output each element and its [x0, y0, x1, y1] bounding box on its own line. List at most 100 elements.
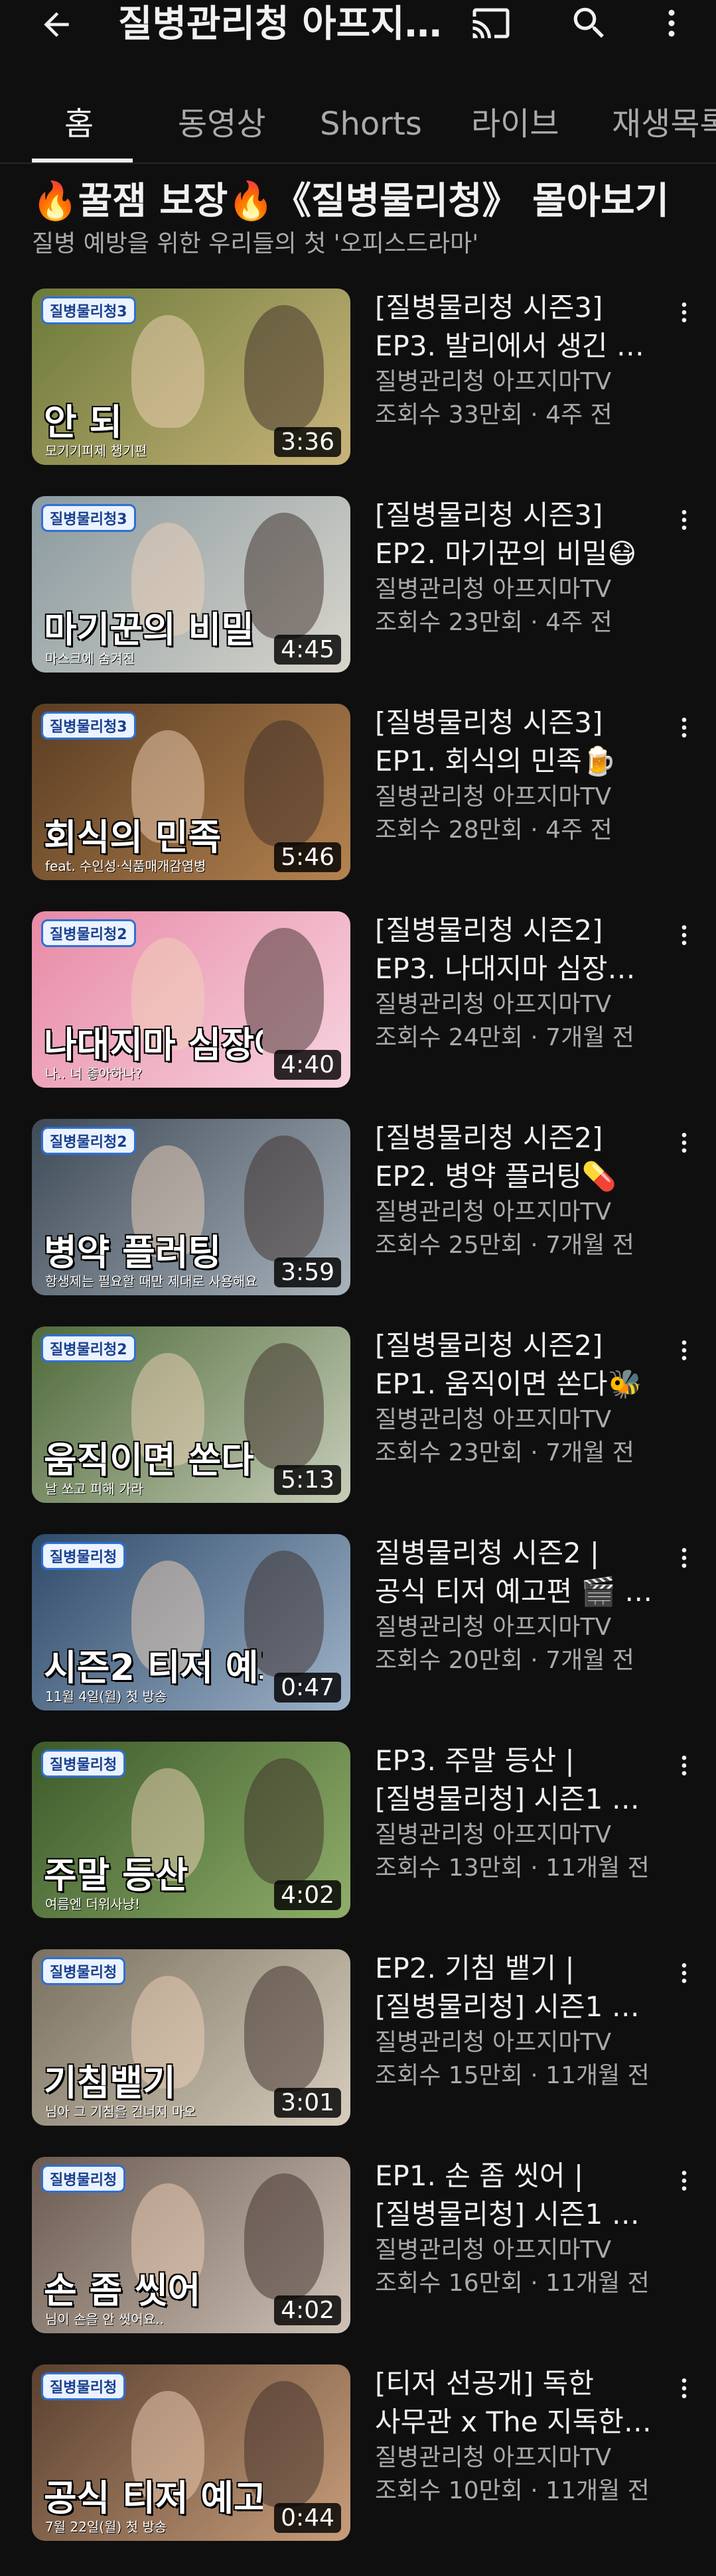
video-title-line-1[interactable]: [질병물리청 시즌2] [375, 1119, 654, 1157]
video-item[interactable]: 질병물리청2 움직이면 쏜다 날 쏘고 피해 가라 5:13 [질병물리청 시즌… [0, 1326, 716, 1534]
video-item[interactable]: 질병물리청3 회식의 민족 feat. 수인성·식품매개감염병 5:46 [질병… [0, 704, 716, 911]
video-info[interactable]: [질병물리청 시즌2] EP1. 움직이면 쏜다🐝 질병관리청 아프지마TV 조… [375, 1326, 654, 1470]
video-menu-button[interactable] [668, 2161, 701, 2201]
video-thumbnail[interactable]: 질병물리청 기침뱉기 님아 그 기침을 건너지 마오 3:01 [32, 1949, 350, 2126]
video-title-line-2[interactable]: EP3. 나대지마 심장아 두근두근 [375, 950, 654, 988]
video-thumbnail[interactable]: 질병물리청2 병약 플러팅 항생제는 필요할 때만 제대로 사용해요 3:59 [32, 1119, 350, 1295]
video-thumbnail[interactable]: 질병물리청 시즌2 티저 예고편 11월 4일(월) 첫 방송 0:47 [32, 1534, 350, 1710]
video-thumbnail[interactable]: 질병물리청2 움직이면 쏜다 날 쏘고 피해 가라 5:13 [32, 1326, 350, 1503]
duration-badge: 0:44 [274, 2503, 341, 2533]
video-menu-button[interactable] [668, 1330, 701, 1370]
video-title-line-2[interactable]: EP3. 발리에서 생긴 일(feat. 모기기피제 챙기기) [375, 327, 654, 365]
video-title-line-1[interactable]: EP3. 주말 등산 | [375, 1742, 654, 1780]
video-menu-button[interactable] [668, 1538, 701, 1578]
view-stats: 조회수 20만회 · 7개월 전 [375, 1647, 634, 1674]
video-menu-button[interactable] [668, 708, 701, 747]
tab-live[interactable]: 라이브 [471, 97, 559, 151]
video-thumbnail[interactable]: 질병물리청 손 좀 씻어 님이 손을 안 씻어요.. 4:02 [32, 2157, 350, 2333]
channel-name: 질병관리청 아프지마TV [375, 2029, 612, 2056]
tab-shorts[interactable]: Shorts [320, 97, 422, 151]
thumbnail-brand-badge: 질병물리청3 [41, 296, 136, 324]
thumbnail-brand-badge: 질병물리청 [41, 1957, 126, 1985]
video-info[interactable]: 질병물리청 시즌2 | 공식 티저 예고편 🎬 | 질병물리청 질병관리청 아프… [375, 1534, 654, 1677]
thumbnail-caption: 병약 플러팅 [44, 1232, 222, 1273]
thumbnail-subcaption: 마스크에 숨겨진 [45, 651, 135, 667]
video-item[interactable]: 질병물리청 시즌2 티저 예고편 11월 4일(월) 첫 방송 0:47 질병물… [0, 1534, 716, 1742]
video-thumbnail[interactable]: 질병물리청3 회식의 민족 feat. 수인성·식품매개감염병 5:46 [32, 704, 350, 880]
more-vert-icon [681, 510, 687, 530]
video-title-line-2[interactable]: EP2. 마기꾼의 비밀😷 [375, 535, 654, 573]
video-item[interactable]: 질병물리청2 나대지마 심장아 나.. 너 좋아하나? 4:40 [질병물리청 … [0, 911, 716, 1119]
video-menu-button[interactable] [668, 1746, 701, 1785]
tab-home[interactable]: 홈 [64, 97, 94, 151]
video-menu-button[interactable] [668, 1123, 701, 1163]
cast-button[interactable] [465, 0, 518, 46]
video-title-line-2[interactable]: EP2. 병약 플러팅💊 [375, 1157, 654, 1196]
video-title-line-1[interactable]: [질병물리청 시즌3] [375, 289, 654, 327]
thumbnail-brand-badge: 질병물리청2 [41, 919, 136, 947]
video-title-line-1[interactable]: [질병물리청 시즌2] [375, 1326, 654, 1365]
back-button[interactable] [27, 1, 86, 48]
more-vert-icon [681, 2378, 687, 2398]
duration-badge: 3:36 [274, 427, 341, 457]
video-menu-button[interactable] [668, 292, 701, 332]
video-menu-button[interactable] [668, 500, 701, 540]
video-title-line-1[interactable]: EP2. 기침 뱉기 | [375, 1949, 654, 1988]
video-thumbnail[interactable]: 질병물리청 주말 등산 여름엔 더위사냥! 4:02 [32, 1742, 350, 1918]
more-options-button[interactable] [645, 0, 698, 46]
video-info[interactable]: [질병물리청 시즌3] EP3. 발리에서 생긴 일(feat. 모기기피제 챙… [375, 289, 654, 432]
thumbnail-brand-badge: 질병물리청 [41, 2372, 126, 2400]
video-title-line-2[interactable]: [질병물리청] 시즌1 몰아보기 [375, 1988, 654, 2026]
video-info[interactable]: [질병물리청 시즌2] EP3. 나대지마 심장아 두근두근 질병관리청 아프지… [375, 911, 654, 1055]
video-info[interactable]: EP3. 주말 등산 | [질병물리청] 시즌1 몰아보기 질병관리청 아프지마… [375, 1742, 654, 1885]
video-item[interactable]: 질병물리청3 안 되 모기기피제 챙기편 3:36 [질병물리청 시즌3] EP… [0, 289, 716, 496]
video-item[interactable]: 질병물리청 기침뱉기 님아 그 기침을 건너지 마오 3:01 EP2. 기침 … [0, 1949, 716, 2157]
video-item[interactable]: 질병물리청 손 좀 씻어 님이 손을 안 씻어요.. 4:02 EP1. 손 좀… [0, 2157, 716, 2364]
video-title-line-1[interactable]: [질병물리청 시즌3] [375, 496, 654, 535]
video-info[interactable]: EP2. 기침 뱉기 | [질병물리청] 시즌1 몰아보기 질병관리청 아프지마… [375, 1949, 654, 2093]
video-info[interactable]: [질병물리청 시즌3] EP1. 회식의 민족🍺 질병관리청 아프지마TV 조회… [375, 704, 654, 847]
video-title-line-2[interactable]: [질병물리청] 시즌1 몰아보기 [375, 2195, 654, 2234]
section-subtitle: 질병 예방을 위한 우리들의 첫 '오피스드라마' [32, 230, 479, 257]
video-item[interactable]: 질병물리청2 병약 플러팅 항생제는 필요할 때만 제대로 사용해요 3:59 … [0, 1119, 716, 1326]
channel-name: 질병관리청 아프지마TV [375, 2444, 612, 2471]
more-vert-icon [681, 1133, 687, 1153]
video-title-line-2[interactable]: EP1. 회식의 민족🍺 [375, 742, 654, 781]
video-title-line-1[interactable]: [질병물리청 시즌3] [375, 704, 654, 742]
thumbnail-brand-badge: 질병물리청2 [41, 1127, 136, 1155]
video-menu-button[interactable] [668, 1953, 701, 1993]
video-info[interactable]: EP1. 손 좀 씻어 | [질병물리청] 시즌1 몰아보기 질병관리청 아프지… [375, 2157, 654, 2300]
tab-playlists[interactable]: 재생목록 [612, 97, 716, 151]
video-menu-button[interactable] [668, 915, 701, 955]
thumbnail-subcaption: feat. 수인성·식품매개감염병 [45, 858, 206, 874]
video-title-line-2[interactable]: 사무관 x The 지독한 독감 [375, 2403, 654, 2441]
video-info[interactable]: [질병물리청 시즌2] EP2. 병약 플러팅💊 질병관리청 아프지마TV 조회… [375, 1119, 654, 1262]
thumbnail-person-figure [244, 1343, 324, 1469]
more-vert-icon [681, 1340, 687, 1360]
video-thumbnail[interactable]: 질병물리청2 나대지마 심장아 나.. 너 좋아하나? 4:40 [32, 911, 350, 1088]
video-title-line-1[interactable]: [질병물리청 시즌2] [375, 911, 654, 950]
tab-videos[interactable]: 동영상 [178, 97, 265, 151]
video-info[interactable]: [티저 선공개] 독한 사무관 x The 지독한 독감 질병관리청 아프지마T… [375, 2364, 654, 2508]
video-thumbnail[interactable]: 질병물리청3 마기꾼의 비밀 마스크에 숨겨진 4:45 [32, 496, 350, 673]
search-button[interactable] [563, 0, 616, 46]
thumbnail-person-figure [244, 720, 324, 846]
video-title-line-1[interactable]: EP1. 손 좀 씻어 | [375, 2157, 654, 2195]
thumbnail-subcaption: 님이 손을 안 씻어요.. [45, 2311, 164, 2327]
video-item[interactable]: 질병물리청 주말 등산 여름엔 더위사냥! 4:02 EP3. 주말 등산 | … [0, 1742, 716, 1949]
video-item[interactable]: 질병물리청3 마기꾼의 비밀 마스크에 숨겨진 4:45 [질병물리청 시즌3]… [0, 496, 716, 704]
view-stats: 조회수 10만회 · 11개월 전 [375, 2477, 650, 2504]
video-title-line-2[interactable]: [질병물리청] 시즌1 몰아보기 [375, 1780, 654, 1819]
channel-name: 질병관리청 아프지마TV [375, 1198, 612, 1226]
video-title-line-1[interactable]: 질병물리청 시즌2 | [375, 1534, 654, 1573]
video-title-line-2[interactable]: 공식 티저 예고편 🎬 | 질병물리청 [375, 1573, 654, 1611]
thumbnail-brand-badge: 질병물리청 [41, 2165, 126, 2193]
video-title-line-2[interactable]: EP1. 움직이면 쏜다🐝 [375, 1365, 654, 1403]
video-title-line-1[interactable]: [티저 선공개] 독한 [375, 2364, 654, 2403]
video-menu-button[interactable] [668, 2368, 701, 2408]
video-info[interactable]: [질병물리청 시즌3] EP2. 마기꾼의 비밀😷 질병관리청 아프지마TV 조… [375, 496, 654, 639]
video-thumbnail[interactable]: 질병물리청 공식 티저 예고편 7월 22일(월) 첫 방송 0:44 [32, 2364, 350, 2541]
video-item[interactable]: 질병물리청 공식 티저 예고편 7월 22일(월) 첫 방송 0:44 [티저 … [0, 2364, 716, 2572]
video-thumbnail[interactable]: 질병물리청3 안 되 모기기피제 챙기편 3:36 [32, 289, 350, 465]
section-title[interactable]: 🔥꿀잼 보장🔥《질병물리청》 몰아보기 [32, 171, 669, 225]
